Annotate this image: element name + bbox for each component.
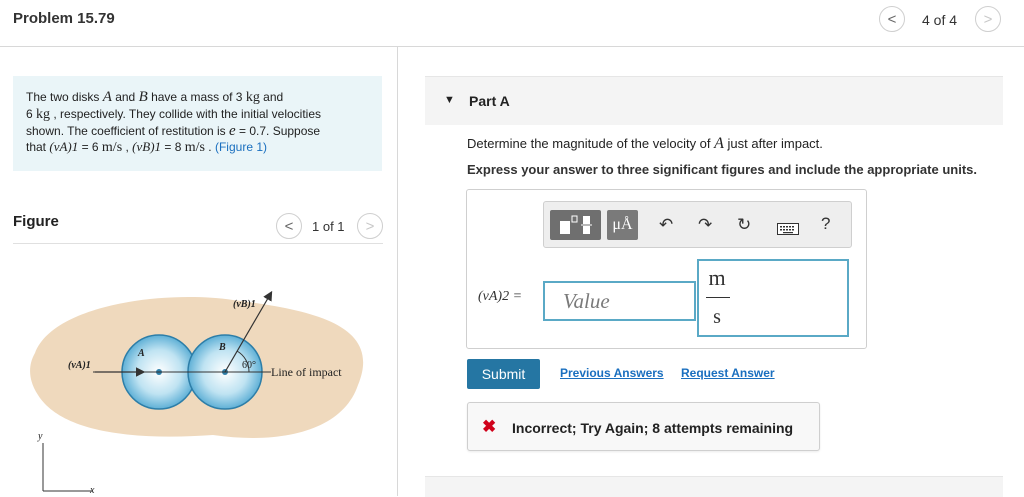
figure-heading: Figure <box>13 213 59 230</box>
math-var: e <box>229 123 236 139</box>
label-va: (vA)1 <box>68 360 91 371</box>
label-disk-a: A <box>137 348 145 359</box>
answer-variable-label: (vA)2 = <box>478 288 522 305</box>
templates-button[interactable] <box>550 210 601 240</box>
figure-link[interactable]: (Figure 1) <box>215 140 267 154</box>
problem-text: shown. The coefficient of restitution is <box>26 124 229 138</box>
label-line-of-impact: Line of impact <box>271 365 342 379</box>
unit: kg <box>36 107 51 122</box>
reset-icon[interactable]: ↻ <box>737 215 751 235</box>
problem-text: = 6 <box>78 140 102 154</box>
label-vb: (vB)1 <box>233 299 256 310</box>
problem-title: Problem 15.79 <box>13 10 115 27</box>
chevron-right-icon: > <box>365 217 375 235</box>
math-var: B <box>138 89 148 105</box>
keyboard-glyph <box>777 223 799 235</box>
unit-fraction-bar <box>706 297 730 298</box>
header-bar <box>0 0 1024 47</box>
problem-text: , <box>122 140 133 154</box>
label-axis-y: y <box>37 431 43 442</box>
problem-text: , respectively. They collide with the in… <box>50 107 322 121</box>
chevron-right-icon: > <box>983 10 993 28</box>
problem-text: and <box>111 90 139 104</box>
question-text: Determine the magnitude of the velocity … <box>467 135 823 153</box>
redo-icon[interactable]: ↷ <box>698 215 712 235</box>
question-pre: Determine the magnitude of the velocity … <box>467 136 715 151</box>
instruction-text: Express your answer to three significant… <box>467 162 977 177</box>
unit-denominator: s <box>713 306 721 328</box>
chevron-left-icon: < <box>284 217 294 235</box>
label-disk-b: B <box>218 342 226 353</box>
feedback-message: Incorrect; Try Again; 8 attempts remaini… <box>512 420 794 436</box>
figure-illustration: (vB)1 (vA)1 A B 60° Line of impact y x <box>30 290 364 493</box>
template-icon <box>560 215 592 234</box>
help-icon[interactable]: ? <box>821 214 830 234</box>
math-var: A <box>102 89 112 105</box>
problem-text: . <box>204 140 215 154</box>
math-var: (vB)1 <box>132 139 162 154</box>
problem-count: 4 of 4 <box>922 12 958 28</box>
request-answer-link[interactable]: Request Answer <box>681 366 775 380</box>
unit: kg <box>245 90 260 105</box>
keyboard-icon[interactable] <box>777 220 799 240</box>
previous-answers-link[interactable]: Previous Answers <box>560 366 664 380</box>
variable-text: (vA)2 = <box>478 289 523 304</box>
part-a-title[interactable]: Part A <box>469 93 510 109</box>
label-angle: 60° <box>242 360 256 371</box>
question-post: just after impact. <box>723 136 823 151</box>
problem-text: = 0.7. Suppose <box>235 124 321 138</box>
problem-text: that <box>26 140 50 154</box>
error-x-icon: ✖ <box>482 417 497 436</box>
problem-text: = 8 <box>161 140 185 154</box>
chevron-left-icon: < <box>887 10 897 28</box>
figure-count: 1 of 1 <box>312 219 345 234</box>
problem-text: have a mass of 3 <box>147 90 246 104</box>
part-a-header[interactable] <box>425 76 1003 125</box>
previous-problem-button[interactable]: < <box>879 6 905 32</box>
unit: m/s <box>101 140 123 155</box>
problem-text: and <box>259 90 284 104</box>
problem-statement: The two disks A and B have a mass of 3 k… <box>13 76 382 171</box>
figure-divider <box>13 243 383 244</box>
label-axis-x: x <box>89 485 95 493</box>
submit-button[interactable]: Submit <box>467 359 540 389</box>
units-button[interactable]: μÅ <box>607 210 638 240</box>
math-var: (vA)1 <box>49 139 79 154</box>
unit-numerator: m <box>708 265 726 290</box>
next-problem-button[interactable]: > <box>975 6 1001 32</box>
part-b-header[interactable] <box>425 476 1003 497</box>
problem-text: 6 <box>26 107 37 121</box>
next-figure-button[interactable]: > <box>357 213 383 239</box>
math-var: A <box>714 135 724 152</box>
undo-icon[interactable]: ↶ <box>659 215 673 235</box>
problem-text: The two disks <box>26 90 103 104</box>
unit: m/s <box>184 140 205 155</box>
previous-figure-button[interactable]: < <box>276 213 302 239</box>
collapse-caret-icon[interactable]: ▼ <box>444 94 455 106</box>
value-input[interactable] <box>543 281 696 321</box>
panel-divider <box>397 47 398 496</box>
math-toolbar: μÅ ↶ ↷ ↻ ? <box>543 201 852 248</box>
